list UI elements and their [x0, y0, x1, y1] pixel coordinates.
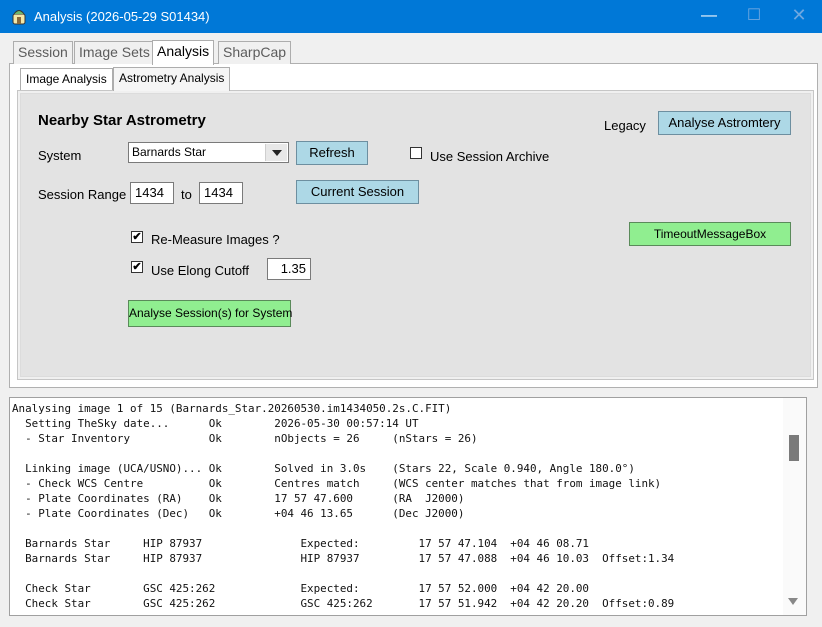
session-range-to-input[interactable]: 1434: [199, 182, 243, 204]
tab-sharpcap[interactable]: SharpCap: [218, 41, 292, 64]
close-icon[interactable]: ✕: [776, 0, 822, 33]
tab-image-analysis[interactable]: Image Analysis: [20, 68, 113, 90]
chevron-down-icon[interactable]: [265, 144, 287, 161]
range-to-label: to: [181, 187, 192, 202]
window-title: Analysis (2026-05-29 S01434): [34, 9, 210, 24]
system-label: System: [38, 148, 82, 163]
tab-analysis[interactable]: Analysis: [152, 40, 215, 65]
window-bottom-edge: [0, 618, 822, 627]
current-session-button[interactable]: Current Session: [296, 180, 419, 204]
panel-heading: Nearby Star Astrometry: [38, 112, 206, 129]
refresh-button[interactable]: Refresh: [296, 141, 368, 165]
session-range-from-input[interactable]: 1434: [130, 182, 174, 204]
title-bar: Analysis (2026-05-29 S01434) — ☐ ✕: [0, 0, 822, 33]
tab-astrometry-analysis[interactable]: Astrometry Analysis: [113, 67, 231, 91]
legacy-label: Legacy: [604, 118, 646, 133]
timeout-messagebox-button[interactable]: TimeoutMessageBox: [629, 222, 791, 246]
maximize-icon[interactable]: ☐: [731, 0, 777, 33]
session-range-label: Session Range: [38, 187, 127, 202]
use-elong-cutoff-label: Use Elong Cutoff: [151, 263, 250, 278]
remeasure-images-label: Re-Measure Images ?: [151, 232, 280, 247]
tab-image-sets[interactable]: Image Sets: [74, 41, 155, 64]
use-session-archive-label: Use Session Archive: [430, 149, 550, 164]
log-output[interactable]: Analysing image 1 of 15 (Barnards_Star.2…: [9, 397, 807, 616]
remeasure-images-checkbox[interactable]: ✔: [131, 231, 143, 243]
system-select[interactable]: Barnards Star: [128, 142, 289, 163]
scroll-down-arrow-icon[interactable]: [788, 598, 798, 605]
log-scrollbar[interactable]: [783, 398, 806, 615]
analyse-sessions-button[interactable]: Analyse Session(s) for System: [128, 300, 292, 327]
tab-session[interactable]: Session: [13, 41, 73, 64]
use-elong-cutoff-checkbox[interactable]: ✔: [131, 261, 143, 273]
elong-cutoff-input[interactable]: 1.35: [267, 258, 311, 280]
app-icon: [12, 10, 26, 25]
log-text: Analysing image 1 of 15 (Barnards_Star.2…: [12, 402, 675, 610]
use-session-archive-checkbox[interactable]: [410, 147, 422, 159]
system-select-value: Barnards Star: [132, 145, 207, 159]
log-scrollbar-thumb[interactable]: [789, 435, 799, 461]
minimize-icon[interactable]: —: [686, 0, 732, 33]
analyse-astrometry-button[interactable]: Analyse Astromtery: [658, 111, 791, 135]
